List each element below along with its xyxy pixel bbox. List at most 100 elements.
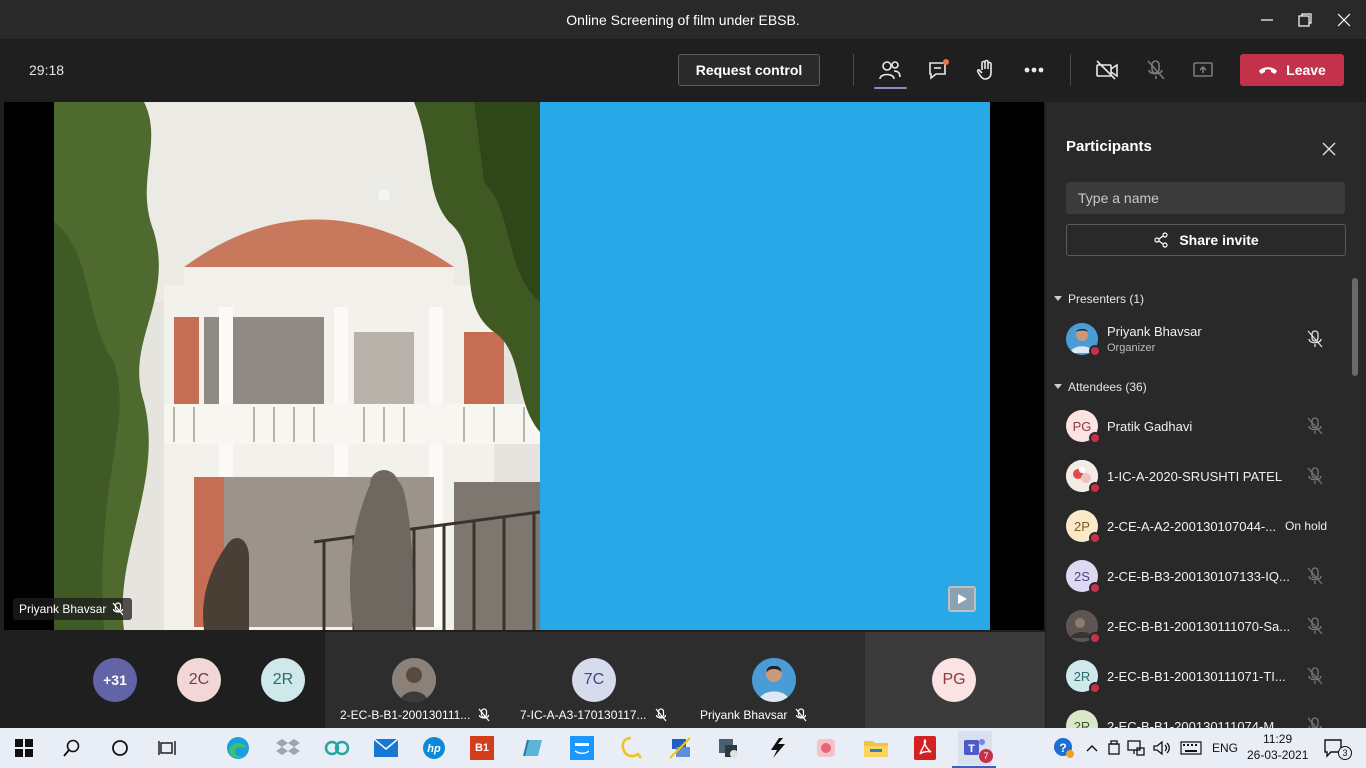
panel-scrollbar[interactable] xyxy=(1352,278,1358,376)
acrobat-icon[interactable] xyxy=(911,734,939,762)
avatar xyxy=(1066,323,1101,357)
list-item[interactable]: Priyank Bhavsar Organizer xyxy=(1066,314,1346,364)
windows-logo-icon xyxy=(15,739,33,757)
notes-app-icon[interactable] xyxy=(617,734,645,762)
more-options-icon[interactable] xyxy=(1017,54,1051,86)
notifications-button[interactable]: 3 xyxy=(1320,734,1352,762)
list-item[interactable]: 2-EC-B-B1-200130111070-Sa... xyxy=(1066,601,1346,651)
image-app-icon[interactable] xyxy=(812,734,840,762)
mic-disabled-icon[interactable] xyxy=(1139,54,1173,86)
list-item[interactable]: PG Pratik Gadhavi xyxy=(1066,401,1346,451)
list-item[interactable]: 1-IC-A-2020-SRUSHTI PATEL xyxy=(1066,451,1346,501)
participant-name: 2-EC-B-B1-200130111071-TI... xyxy=(1107,669,1286,684)
youtube-video-icon[interactable] xyxy=(948,586,976,612)
list-item[interactable]: 2P 2-CE-A-A2-200130107044-... On hold xyxy=(1066,501,1346,551)
avatar: PG xyxy=(932,658,976,702)
network-icon[interactable] xyxy=(1122,734,1150,762)
presenters-section-toggle[interactable]: Presenters (1) xyxy=(1054,292,1144,306)
teams-notification-badge: 7 xyxy=(979,749,993,763)
device-manager-icon[interactable] xyxy=(714,734,742,762)
share-invite-button[interactable]: Share invite xyxy=(1066,224,1346,256)
status-dot xyxy=(1089,532,1101,544)
participant-role: Organizer xyxy=(1107,342,1156,354)
list-item[interactable]: 2S 2-CE-B-B3-200130107133-IQ... xyxy=(1066,551,1346,601)
edge-browser-icon[interactable] xyxy=(224,734,252,762)
list-item[interactable]: 2R 2-EC-B-B1-200130111074-M... xyxy=(1066,701,1346,728)
cortana-icon[interactable] xyxy=(106,734,134,762)
share-icon xyxy=(1154,232,1168,248)
svg-text:?: ? xyxy=(1059,741,1066,755)
runner-app-icon[interactable] xyxy=(763,734,791,762)
participant-tile[interactable]: PG xyxy=(865,632,1045,728)
search-input[interactable] xyxy=(1066,182,1345,214)
network-app-icon[interactable] xyxy=(666,734,694,762)
file-explorer-icon[interactable] xyxy=(862,734,890,762)
file-app-icon[interactable] xyxy=(518,734,546,762)
status-dot xyxy=(1089,582,1101,594)
mic-muted-icon xyxy=(112,602,124,616)
request-control-button[interactable]: Request control xyxy=(678,54,820,86)
attendees-section-toggle[interactable]: Attendees (36) xyxy=(1054,380,1147,394)
participant-name: Priyank Bhavsar xyxy=(1107,324,1202,339)
active-tab-indicator xyxy=(874,87,907,89)
clock-date[interactable]: 26-03-2021 xyxy=(1247,748,1308,762)
prime-video-icon[interactable] xyxy=(568,734,596,762)
search-icon[interactable] xyxy=(58,734,86,762)
camera-off-icon[interactable] xyxy=(1090,54,1124,86)
status-dot xyxy=(1089,432,1101,444)
mic-muted-icon[interactable] xyxy=(1306,330,1324,348)
overflow-participants-button[interactable]: +31 xyxy=(93,658,137,702)
input-language[interactable]: ENG xyxy=(1212,741,1238,755)
participants-toggle-icon[interactable] xyxy=(873,54,907,86)
start-button[interactable] xyxy=(10,734,38,762)
avatar[interactable]: 2R xyxy=(261,658,305,702)
status-dot xyxy=(1089,682,1101,694)
mic-icon xyxy=(1307,717,1322,728)
b1-app-icon[interactable]: B1 xyxy=(470,736,494,760)
mail-icon[interactable] xyxy=(372,734,400,762)
teams-taskbar-icon[interactable]: T 7 xyxy=(958,731,993,765)
participant-tile[interactable]: Priyank Bhavsar xyxy=(685,632,865,728)
svg-text:T: T xyxy=(968,743,975,755)
participant-name: Pratik Gadhavi xyxy=(1107,419,1193,434)
mic-icon xyxy=(1307,467,1323,485)
presenter-name-tag: Priyank Bhavsar xyxy=(13,598,133,620)
mic-muted-icon xyxy=(795,708,807,722)
keyboard-icon[interactable] xyxy=(1177,734,1205,762)
status-badge: On hold xyxy=(1285,519,1328,533)
close-icon[interactable] xyxy=(1320,140,1338,158)
presenter-name: Priyank Bhavsar xyxy=(19,602,107,616)
participant-name: 2-EC-B-B1-200130111074-M... xyxy=(1107,719,1286,728)
toolbar-divider xyxy=(853,54,854,86)
share-tray-icon[interactable] xyxy=(1186,54,1220,86)
avatar[interactable]: 2C xyxy=(177,658,221,702)
title-bar: Online Screening of film under EBSB. xyxy=(0,0,1366,40)
dropbox-icon[interactable] xyxy=(274,734,302,762)
arduino-icon[interactable] xyxy=(323,734,351,762)
panel-title: Participants xyxy=(1066,138,1152,155)
chat-icon[interactable] xyxy=(921,54,955,86)
participant-tile[interactable]: 2-EC-B-B1-200130111... xyxy=(325,632,505,728)
task-view-icon[interactable] xyxy=(154,734,182,762)
leave-button[interactable]: Leave xyxy=(1240,54,1344,86)
participant-tile[interactable]: 7C 7-IC-A-A3-170130117... xyxy=(505,632,685,728)
hp-icon[interactable]: hp xyxy=(420,734,448,762)
mic-muted-icon xyxy=(478,708,490,722)
tile-label: Priyank Bhavsar xyxy=(700,708,807,722)
participant-name: 2-CE-B-B3-200130107133-IQ... xyxy=(1107,569,1290,584)
participants-panel: Participants Share invite Presenters (1)… xyxy=(1046,102,1366,728)
participant-gallery: +31 2C 2R 2-EC-B-B1-200130111... 7C 7-IC… xyxy=(0,632,1045,728)
avatar: PG xyxy=(1066,410,1101,444)
list-item[interactable]: 2R 2-EC-B-B1-200130111071-TI... xyxy=(1066,651,1346,701)
avatar xyxy=(752,658,796,702)
clock-time[interactable]: 11:29 xyxy=(1263,732,1292,746)
attendees-header: Attendees (36) xyxy=(1068,380,1147,394)
help-icon[interactable]: ? xyxy=(1050,734,1078,762)
volume-icon[interactable] xyxy=(1148,734,1176,762)
participant-name: 2-CE-A-A2-200130107044-... xyxy=(1107,519,1277,534)
raise-hand-icon[interactable] xyxy=(969,54,1003,86)
presenters-header: Presenters (1) xyxy=(1068,292,1145,306)
chevron-down-icon xyxy=(1054,296,1062,301)
presenter-video xyxy=(54,102,540,630)
close-window-button[interactable] xyxy=(1321,0,1366,40)
